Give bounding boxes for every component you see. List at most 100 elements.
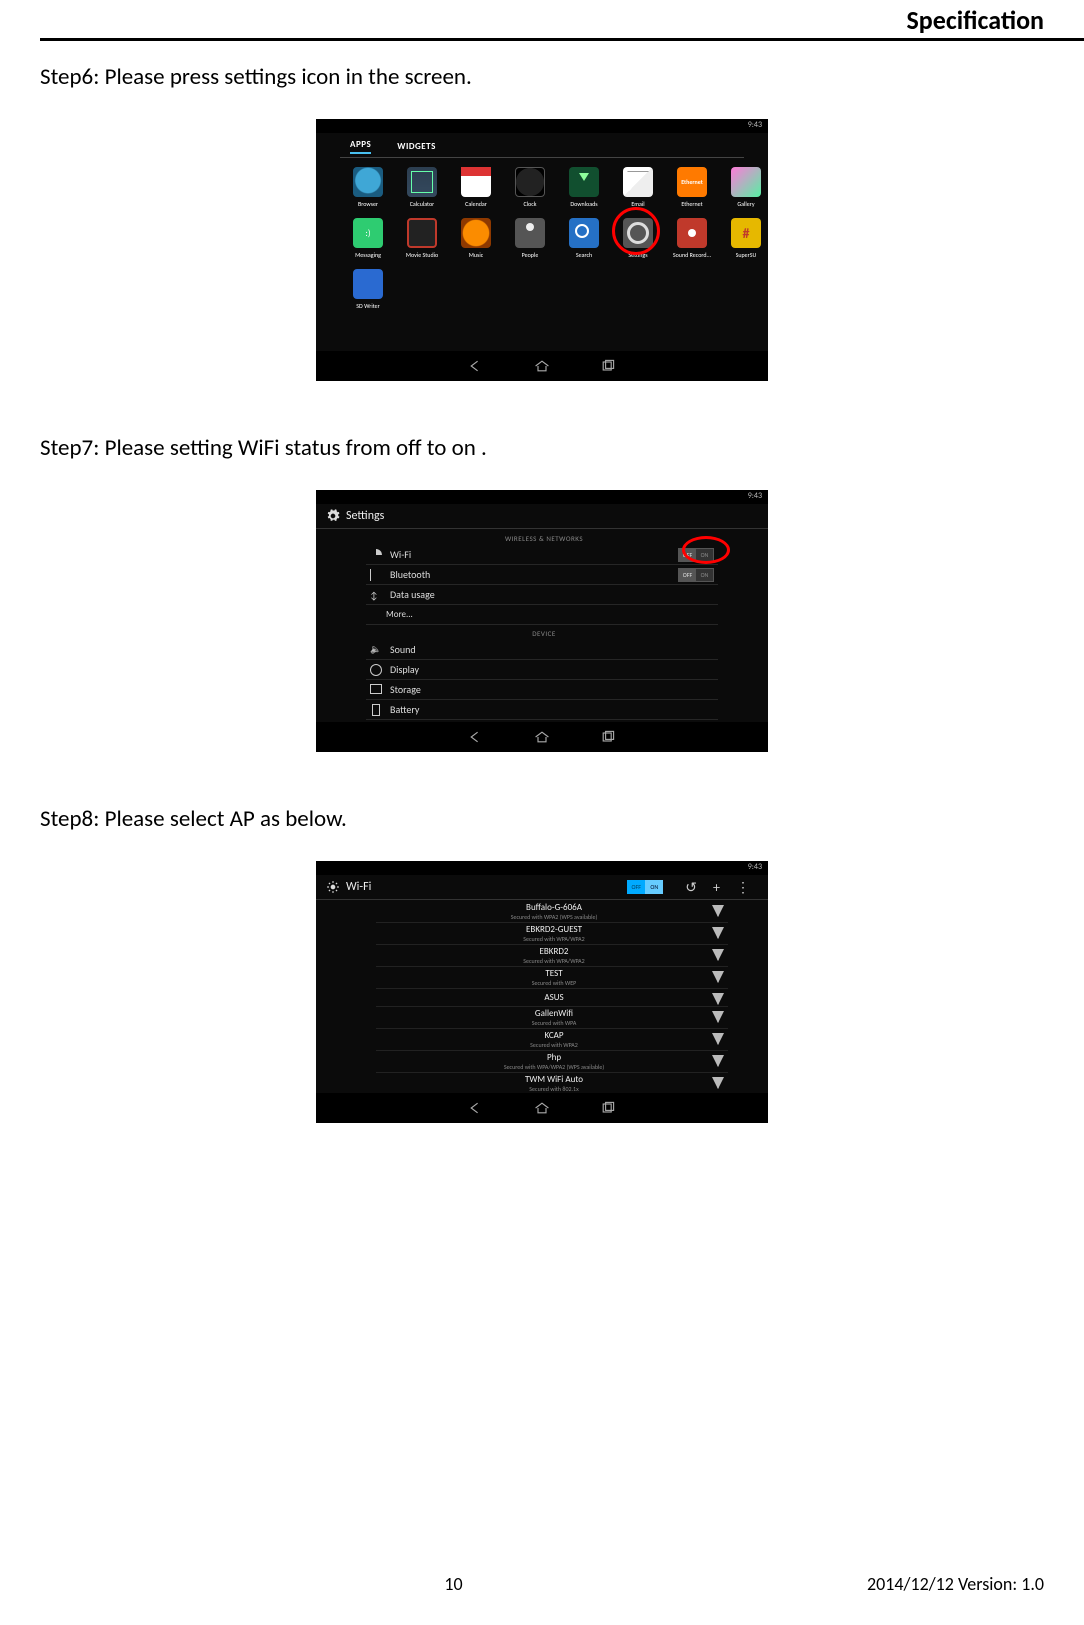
status-bar: 9:43 <box>316 861 768 875</box>
app-icon <box>623 167 653 197</box>
nav-recent-icon[interactable] <box>600 1101 616 1115</box>
batt-icon <box>370 704 382 716</box>
wifi-ssid: GallenWifi <box>380 1008 728 1019</box>
app-icon <box>623 218 653 248</box>
app-people[interactable]: People <box>508 218 552 259</box>
nav-bar <box>316 722 768 752</box>
settings-section-wireless: WIRELESS & NETWORKS <box>366 530 718 545</box>
tab-widgets[interactable]: WIDGETS <box>397 141 436 154</box>
screenshot-settings: 9:43 Settings WIRELESS & NETWORKSWi-FiOF… <box>316 490 768 752</box>
settings-item-more[interactable]: More... <box>366 605 718 625</box>
app-browser[interactable]: Browser <box>346 167 390 208</box>
settings-item-label: More... <box>386 609 413 620</box>
app-icon <box>461 218 491 248</box>
app-label: SuperSU <box>736 251 757 259</box>
data-icon <box>370 589 382 601</box>
wifi-signal-icon <box>712 1033 724 1045</box>
nav-back-icon[interactable] <box>468 1101 484 1115</box>
app-icon <box>461 167 491 197</box>
app-search[interactable]: Search <box>562 218 606 259</box>
app-sound-record-[interactable]: Sound Record... <box>670 218 714 259</box>
nav-recent-icon[interactable] <box>600 730 616 744</box>
nav-recent-icon[interactable] <box>600 359 616 373</box>
app-sd-writer[interactable]: SD Writer <box>346 269 390 310</box>
settings-item-display[interactable]: Display <box>366 660 718 680</box>
app-clock[interactable]: Clock <box>508 167 552 208</box>
wifi-security: Secured with WPA/WPA2 <box>380 957 728 965</box>
settings-item-sound[interactable]: Sound <box>366 640 718 660</box>
app-gallery[interactable]: Gallery <box>724 167 768 208</box>
gear-icon <box>326 509 340 523</box>
footer-date-version: 2014/12/12 Version: 1.0 <box>867 1573 1044 1595</box>
app-settings[interactable]: Settings <box>616 218 660 259</box>
app-label: Clock <box>523 200 536 208</box>
wifi-menu-icon[interactable]: ⋮ <box>736 879 750 896</box>
app-calendar[interactable]: Calendar <box>454 167 498 208</box>
nav-bar <box>316 351 768 381</box>
page-header: Specification <box>40 0 1084 41</box>
settings-item-data[interactable]: Data usage <box>366 585 718 605</box>
app-icon <box>353 218 383 248</box>
app-email[interactable]: Email <box>616 167 660 208</box>
wifi-ap-item[interactable]: Buffalo-G-606ASecured with WPA2 (WPS ava… <box>376 901 728 923</box>
wifi-ap-item[interactable]: PhpSecured with WPA/WPA2 (WPS available) <box>376 1051 728 1073</box>
app-ethernet[interactable]: EthernetEthernet <box>670 167 714 208</box>
wifi-ssid: Php <box>380 1052 728 1063</box>
app-movie-studio[interactable]: Movie Studio <box>400 218 444 259</box>
wifi-ap-item[interactable]: KCAPSecured with WPA2 <box>376 1029 728 1051</box>
settings-item-bt[interactable]: Bluetooth OFFON <box>366 565 718 585</box>
app-label: Settings <box>628 251 647 259</box>
wifi-ap-item[interactable]: ASUS <box>376 989 728 1007</box>
wifi-add-icon[interactable]: + <box>713 879 720 896</box>
app-downloads[interactable]: Downloads <box>562 167 606 208</box>
wifi-ap-item[interactable]: EBKRD2Secured with WPA/WPA2 <box>376 945 728 967</box>
app-icon <box>353 167 383 197</box>
status-time: 9:43 <box>748 120 762 130</box>
wifi-security: Secured with WPA/WPA2 <box>380 935 728 943</box>
nav-back-icon[interactable] <box>468 730 484 744</box>
wifi-security: Secured with WPA2 <box>380 1041 728 1049</box>
wifi-ssid: ASUS <box>380 992 728 1003</box>
wifi-signal-icon <box>712 905 724 917</box>
app-icon <box>677 218 707 248</box>
status-time: 9:43 <box>748 862 762 872</box>
stor-icon <box>370 684 382 696</box>
nav-home-icon[interactable] <box>534 359 550 373</box>
nav-home-icon[interactable] <box>534 730 550 744</box>
page-number: 10 <box>40 1573 867 1595</box>
app-supersu[interactable]: SuperSU <box>724 218 768 259</box>
app-music[interactable]: Music <box>454 218 498 259</box>
screenshot-wifi-list: 9:43 Wi-Fi OFF ON ↺ + ⋮ Buffalo-G-606ASe… <box>316 861 768 1123</box>
wifi-refresh-icon[interactable]: ↺ <box>685 879 697 896</box>
wifi-ap-item[interactable]: EBKRD2-GUESTSecured with WPA/WPA2 <box>376 923 728 945</box>
app-icon <box>353 269 383 299</box>
tab-apps[interactable]: APPS <box>350 139 371 154</box>
app-icon <box>731 167 761 197</box>
app-messaging[interactable]: Messaging <box>346 218 390 259</box>
wifi-ap-item[interactable]: TESTSecured with WEP <box>376 967 728 989</box>
wifi-security: Secured with WPA2 (WPS available) <box>380 913 728 921</box>
settings-item-wifi[interactable]: Wi-Fi OFFON <box>366 545 718 565</box>
nav-home-icon[interactable] <box>534 1101 550 1115</box>
app-label: Music <box>469 251 484 259</box>
app-label: SD Writer <box>356 302 379 310</box>
settings-item-label: Display <box>390 663 419 676</box>
wifi-ssid: TWM WiFi Auto <box>380 1074 728 1085</box>
app-icon <box>407 218 437 248</box>
settings-item-label: Bluetooth <box>390 568 430 581</box>
wifi-toggle[interactable]: OFF ON <box>627 880 663 894</box>
app-calculator[interactable]: Calculator <box>400 167 444 208</box>
nav-back-icon[interactable] <box>468 359 484 373</box>
bt-toggle[interactable]: OFFON <box>678 568 714 582</box>
wifi-security: Secured with WPA <box>380 1019 728 1027</box>
settings-item-storage[interactable]: Storage <box>366 680 718 700</box>
wifi-toggle[interactable]: OFFON <box>678 548 714 562</box>
settings-item-label: Wi-Fi <box>390 548 411 561</box>
wifi-signal-icon <box>712 1055 724 1067</box>
settings-item-battery[interactable]: Battery <box>366 700 718 720</box>
wifi-ap-item[interactable]: GallenWifiSecured with WPA <box>376 1007 728 1029</box>
wifi-ap-item[interactable]: TWM WiFi AutoSecured with 802.1x <box>376 1073 728 1093</box>
toggle-on-label: ON <box>645 880 663 894</box>
toggle-on-label: ON <box>696 549 713 561</box>
app-label: Email <box>631 200 644 208</box>
